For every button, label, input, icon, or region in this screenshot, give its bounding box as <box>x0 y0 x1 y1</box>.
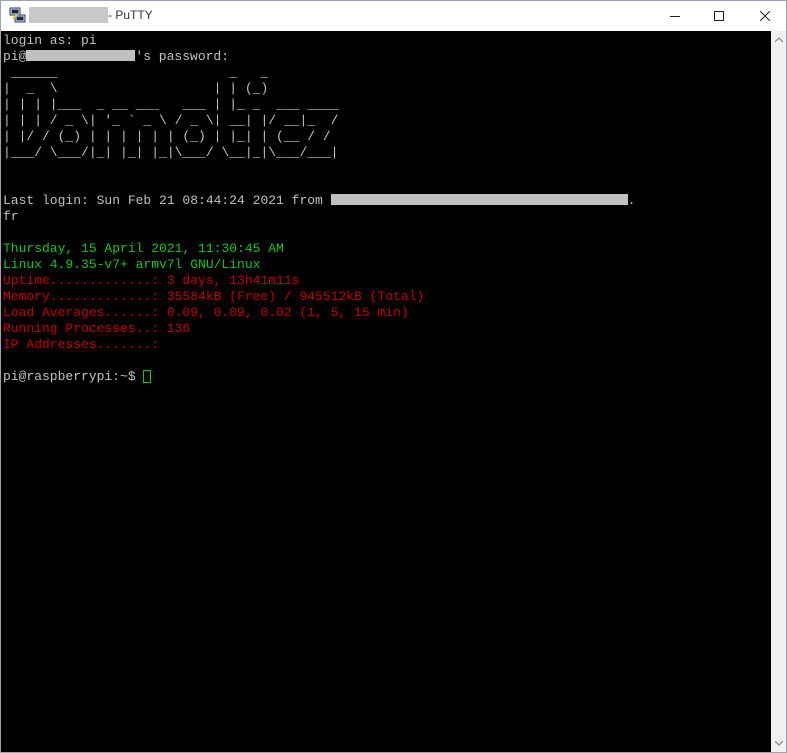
window-title: - PuTTY <box>108 8 153 22</box>
kernel-line: Linux 4.9.35-v7+ armv7l GNU/Linux <box>3 257 261 272</box>
putty-app-icon[interactable] <box>9 7 27 23</box>
load-line: Load Averages......: 0.09, 0.09, 0.02 (1… <box>3 305 409 320</box>
redacted-hostname <box>26 50 136 61</box>
banner-line: | |/ / (_) | | | | | | (_) | |_| | (__ /… <box>3 129 331 144</box>
chevron-down-icon <box>774 740 783 746</box>
terminal-area[interactable]: login as: pi pi@'s password: ______ _ _ … <box>1 31 771 752</box>
redacted-host-title <box>29 7 108 23</box>
redacted-host <box>330 194 628 205</box>
banner-line: | _ \ | | (_) <box>3 81 269 96</box>
banner-line: |___/ \___/|_| |_| |_|\___/ \__|_|\___/_… <box>3 145 339 160</box>
banner-line: | | | / _ \| '_ ` _ \ / _ \| __| |/ __|_… <box>3 113 339 128</box>
password-line: pi@ 's password: <box>3 49 229 65</box>
login-line: login as: pi <box>3 33 97 48</box>
date-line: Thursday, 15 April 2021, 11:30:45 AM <box>3 241 284 256</box>
last-login-line: Last login: Sun Feb 21 08:44:24 2021 fro… <box>3 193 635 209</box>
last-login-wrap: fr <box>3 209 19 224</box>
maximize-icon <box>714 10 724 21</box>
prompt-line[interactable]: pi@raspberrypi:~$ <box>3 369 152 385</box>
uptime-line: Uptime.............: 3 days, 13h41m11s <box>3 273 300 288</box>
shell-prompt: pi@raspberrypi:~$ <box>3 369 144 384</box>
minimize-icon <box>670 15 680 17</box>
password-suffix: 's password: <box>135 49 230 64</box>
chevron-up-icon <box>774 36 783 42</box>
text-cursor <box>143 370 152 383</box>
banner-line: | | | |___ _ __ ___ ___ | |_ _ ___ ____ <box>3 97 339 112</box>
close-button[interactable] <box>742 1 787 30</box>
putty-window: - PuTTY login as: pi pi@ 's password: ___… <box>0 0 787 753</box>
title-bar[interactable]: - PuTTY <box>1 1 786 30</box>
vertical-scrollbar[interactable] <box>771 31 786 752</box>
password-prefix: pi@ <box>3 49 27 64</box>
minimize-button[interactable] <box>652 1 698 30</box>
maximize-button[interactable] <box>696 1 742 30</box>
banner-line: ______ _ _ <box>3 65 269 80</box>
last-login-text: Last login: Sun Feb 21 08:44:24 2021 fro… <box>3 193 331 208</box>
last-login-end: . <box>627 193 636 208</box>
scroll-down-button[interactable] <box>771 736 786 750</box>
close-icon <box>760 10 770 21</box>
scroll-up-button[interactable] <box>771 32 786 46</box>
ip-line: IP Addresses.......: <box>3 337 160 352</box>
processes-line: Running Processes..: 136 <box>3 321 191 336</box>
memory-line: Memory.............: 35584kB (Free) / 94… <box>3 289 425 304</box>
